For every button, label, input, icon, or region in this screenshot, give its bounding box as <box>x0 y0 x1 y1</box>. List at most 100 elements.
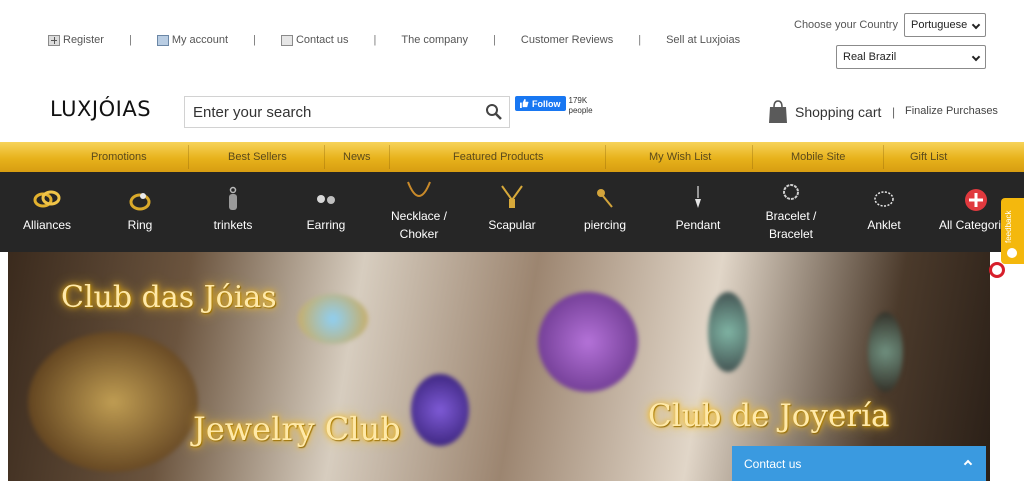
finalize-purchases-link[interactable]: Finalize Purchases <box>905 105 998 117</box>
nav-featured-products[interactable]: Featured Products <box>453 142 544 172</box>
category-pendant[interactable]: Pendant <box>661 172 735 252</box>
shopping-cart[interactable]: Shopping cart <box>768 100 881 124</box>
language-value: Portuguese <box>911 19 968 31</box>
category-label: Ring <box>127 218 153 232</box>
pendant-icon <box>695 186 701 208</box>
shopping-bag-icon <box>769 100 787 123</box>
search-box <box>184 96 510 128</box>
category-anklet[interactable]: Anklet <box>847 172 921 252</box>
main-nav: Promotions Best Sellers News Featured Pr… <box>0 142 1024 172</box>
facebook-follow: Follow 179K people <box>515 96 599 122</box>
my-account-link[interactable]: My account <box>156 34 229 46</box>
category-scapular[interactable]: Scapular <box>475 172 549 252</box>
nav-separator <box>389 145 390 169</box>
trinkets-icon <box>229 186 237 210</box>
nav-separator <box>324 145 325 169</box>
category-label: piercing <box>583 218 627 232</box>
purple-gem <box>411 374 469 446</box>
search-icon[interactable] <box>485 103 503 121</box>
category-label: Bracelet / Bracelet <box>765 209 817 241</box>
dangle-earring <box>868 312 903 392</box>
category-earring[interactable]: Earring <box>289 172 363 252</box>
the-company-link[interactable]: The company <box>401 34 468 46</box>
alliances-icon <box>33 190 61 208</box>
separator: | <box>638 34 642 46</box>
sell-label: Sell at Luxjoias <box>666 34 741 46</box>
account-icon <box>156 34 169 46</box>
banner-title-pt: Club das Jóias <box>61 280 277 315</box>
category-necklace[interactable]: Necklace / Choker <box>378 172 460 252</box>
country-label: Choose your Country <box>794 19 898 31</box>
chevron-down-icon <box>971 52 981 62</box>
ring-cluster <box>298 294 368 344</box>
contact-us-link[interactable]: Contact us <box>280 34 349 46</box>
feedback-tab[interactable]: feedback <box>1001 198 1024 264</box>
search-input[interactable] <box>185 97 475 127</box>
separator: | <box>373 34 377 46</box>
category-label: Earring <box>306 218 346 232</box>
category-label: trinkets <box>213 218 253 232</box>
category-piercing[interactable]: piercing <box>568 172 642 252</box>
category-label: Pendant <box>675 218 721 232</box>
language-select[interactable]: Portuguese <box>904 13 986 37</box>
nav-best-sellers[interactable]: Best Sellers <box>228 142 287 172</box>
category-label: Scapular <box>488 218 536 232</box>
category-ring[interactable]: Ring <box>103 172 177 252</box>
category-alliances[interactable]: Alliances <box>10 172 84 252</box>
my-account-label: My account <box>171 34 229 46</box>
cart-label: Shopping cart <box>795 104 882 120</box>
contact-widget-label: Contact us <box>744 457 802 471</box>
contact-us-label: Contact us <box>295 34 349 46</box>
earring-icon <box>317 195 335 204</box>
the-company-label: The company <box>401 34 469 46</box>
nav-gift-list[interactable]: Gift List <box>910 142 947 172</box>
contact-us-widget[interactable]: Contact us <box>732 446 986 481</box>
nav-promotions[interactable]: Promotions <box>91 142 147 172</box>
category-bracelet[interactable]: Bracelet / Bracelet <box>750 172 832 252</box>
chat-icon <box>1007 248 1017 258</box>
facebook-follow-button[interactable]: Follow <box>515 96 566 111</box>
piercing-icon <box>597 189 613 208</box>
feedback-label: feedback <box>1004 210 1013 243</box>
register-label: Register <box>63 34 104 46</box>
separator: | <box>128 34 132 46</box>
follow-label: Follow <box>532 98 561 109</box>
category-label: Anklet <box>867 218 901 232</box>
separator: | <box>253 34 256 46</box>
amethyst-gem <box>538 292 638 392</box>
register-icon <box>48 34 60 46</box>
divider: | <box>892 105 896 119</box>
contact-icon <box>280 34 293 46</box>
slider-indicator[interactable] <box>989 262 1005 278</box>
scapular-icon <box>501 185 523 208</box>
page: Register | My account | Contact us | The… <box>0 0 1024 481</box>
category-trinkets[interactable]: trinkets <box>196 172 270 252</box>
currency-select[interactable]: Real Brazil <box>836 45 986 69</box>
follower-count: 179K people <box>568 96 593 115</box>
nav-mobile-site[interactable]: Mobile Site <box>791 142 845 172</box>
nav-separator <box>883 145 884 169</box>
bracelet-icon <box>783 184 799 200</box>
category-label: Alliances <box>22 218 72 232</box>
site-logo[interactable]: LUXJÓIAS <box>50 97 151 121</box>
nav-separator <box>188 145 189 169</box>
nav-my-wish-list[interactable]: My Wish List <box>649 142 711 172</box>
anklet-icon <box>874 191 894 207</box>
category-bar: Alliances Ring trinkets Earring Necklace… <box>0 172 1024 252</box>
customer-reviews-label: Customer Reviews <box>520 34 614 46</box>
currency-value: Real Brazil <box>843 51 897 63</box>
customer-reviews-link[interactable]: Customer Reviews <box>521 34 613 46</box>
register-link[interactable]: Register <box>48 34 104 46</box>
chevron-up-icon <box>963 459 973 469</box>
nav-separator <box>605 145 606 169</box>
banner-title-en: Jewelry Club <box>193 410 401 448</box>
nav-news[interactable]: News <box>343 142 371 172</box>
category-label: Necklace / Choker <box>390 209 448 241</box>
banner-title-es: Club de Joyería <box>648 398 890 434</box>
chevron-down-icon <box>971 20 981 30</box>
green-earring <box>708 292 748 372</box>
gold-rings <box>28 332 198 472</box>
nav-separator <box>752 145 753 169</box>
plus-icon <box>965 189 987 211</box>
sell-link[interactable]: Sell at Luxjoias <box>666 34 740 46</box>
